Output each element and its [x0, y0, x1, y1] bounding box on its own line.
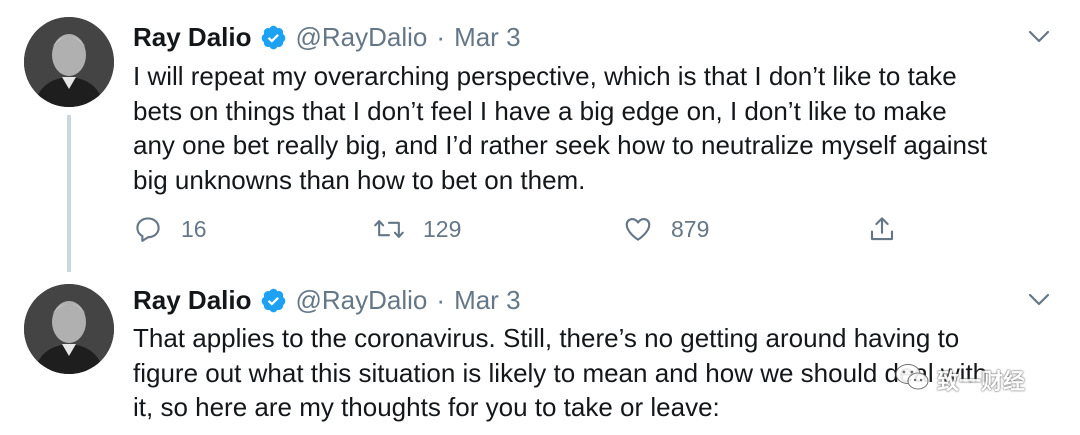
tweet-text-line: bets on things that I don’t feel I have … — [133, 94, 1063, 129]
tweet-header: Ray Dalio @RayDalio · Mar 3 — [133, 283, 521, 317]
reply-count: 16 — [181, 216, 207, 243]
tweet-text-line: any one bet really big, and I’d rather s… — [133, 128, 1063, 163]
retweet-icon — [373, 214, 405, 244]
avatar[interactable] — [24, 17, 114, 107]
retweet-button[interactable]: 129 — [373, 210, 461, 248]
reply-button[interactable]: 16 — [133, 210, 207, 248]
tweet-text-line: big unknowns than how to bet on them. — [133, 163, 1063, 198]
share-button[interactable] — [867, 210, 897, 248]
tweet-actions: 16 129 879 — [133, 210, 913, 248]
tweet-text-line: That applies to the coronavirus. Still, … — [133, 321, 1063, 356]
retweet-count: 129 — [423, 216, 461, 243]
reply-icon — [133, 214, 163, 244]
verified-badge-icon — [260, 287, 287, 314]
tweet[interactable]: Ray Dalio @RayDalio · Mar 3 I will repea… — [0, 0, 1080, 272]
tweet-header: Ray Dalio @RayDalio · Mar 3 — [133, 20, 521, 54]
wechat-logo-icon — [893, 362, 937, 398]
thread-connector — [67, 115, 71, 272]
author-handle[interactable]: @RayDalio — [296, 22, 428, 53]
tweet-date[interactable]: Mar 3 — [454, 22, 520, 53]
avatar[interactable] — [24, 284, 114, 374]
watermark-text: 致一财经 — [937, 364, 1025, 396]
tweet-text-line: I will repeat my overarching perspective… — [133, 59, 1063, 94]
tweet-text: I will repeat my overarching perspective… — [133, 59, 1063, 197]
verified-badge-icon — [260, 24, 287, 51]
separator-dot: · — [436, 285, 445, 316]
watermark: 致一财经 — [893, 363, 1025, 397]
separator-dot: · — [436, 22, 445, 53]
author-handle[interactable]: @RayDalio — [296, 285, 428, 316]
share-icon — [867, 214, 897, 244]
author-name[interactable]: Ray Dalio — [133, 285, 252, 316]
heart-icon — [623, 214, 653, 244]
tweet[interactable]: Ray Dalio @RayDalio · Mar 3 That applies… — [0, 272, 1080, 435]
chevron-down-icon[interactable] — [1028, 293, 1050, 307]
tweet-date[interactable]: Mar 3 — [454, 285, 520, 316]
like-button[interactable]: 879 — [623, 210, 709, 248]
tweet-thread: Ray Dalio @RayDalio · Mar 3 I will repea… — [0, 0, 1080, 435]
like-count: 879 — [671, 216, 709, 243]
chevron-down-icon[interactable] — [1028, 30, 1050, 44]
author-name[interactable]: Ray Dalio — [133, 22, 252, 53]
